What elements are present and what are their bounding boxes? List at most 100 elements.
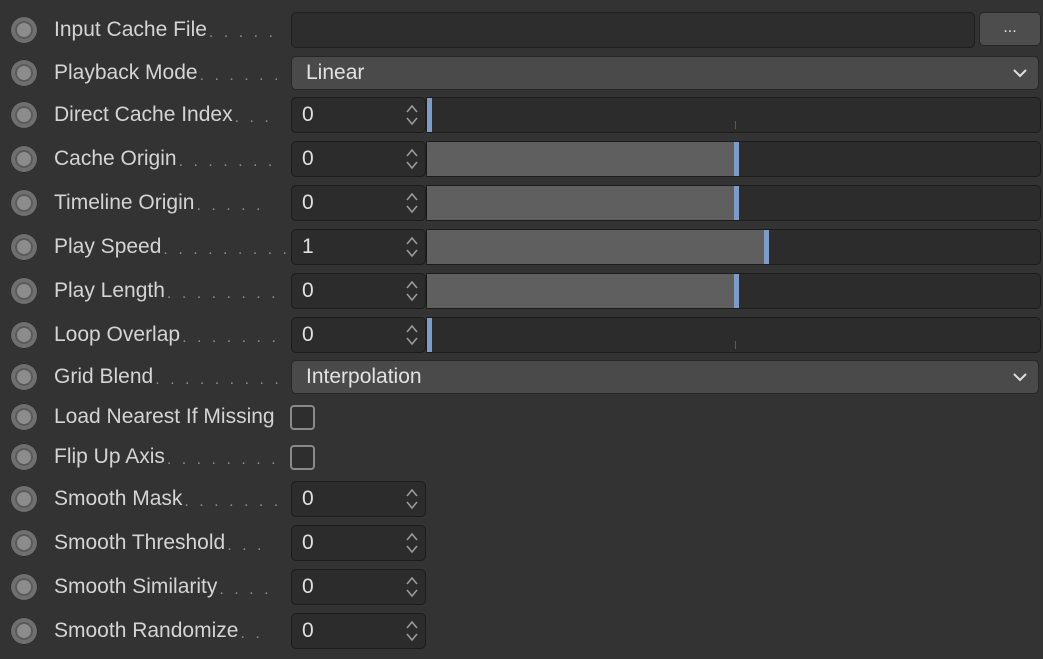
param-row-smooth-similarity: Smooth Similarity . . . . 0: [0, 569, 1043, 605]
slider-handle[interactable]: [764, 230, 769, 264]
spinner-arrows-icon[interactable]: [405, 575, 419, 599]
flip-up-axis-checkbox[interactable]: [290, 445, 315, 470]
param-label-text: Loop Overlap: [54, 323, 181, 346]
timeline-origin-slider[interactable]: [426, 185, 1041, 221]
keyframe-dot-icon[interactable]: [10, 233, 38, 261]
param-label: Smooth Similarity . . . .: [54, 573, 286, 601]
direct-cache-index-input[interactable]: 0: [291, 97, 426, 133]
timeline-origin-input[interactable]: 0: [291, 185, 426, 221]
smooth-mask-input[interactable]: 0: [291, 481, 426, 517]
spinner-arrows-icon[interactable]: [405, 191, 419, 215]
loop-overlap-slider[interactable]: [426, 317, 1041, 353]
keyframe-dot-icon[interactable]: [10, 101, 38, 129]
smooth-randomize-input[interactable]: 0: [291, 613, 426, 649]
param-row-grid-blend: Grid Blend . . . . . . . . . . Interpola…: [0, 360, 1043, 394]
slider-handle[interactable]: [734, 186, 739, 220]
param-label: Smooth Threshold . . .: [54, 529, 286, 557]
keyframe-dot-icon[interactable]: [10, 189, 38, 217]
slider-handle[interactable]: [427, 318, 432, 352]
param-label-text: Play Length: [54, 279, 165, 302]
param-label-text: Cache Origin: [54, 147, 177, 170]
keyframe-dot-icon[interactable]: [10, 363, 38, 391]
keyframe-dot-icon[interactable]: [10, 59, 38, 87]
number-value: 0: [302, 279, 314, 302]
spinner-arrows-icon[interactable]: [405, 531, 419, 555]
keyframe-dot-icon[interactable]: [10, 403, 38, 431]
param-label: Flip Up Axis . . . . . . . . .: [54, 443, 286, 471]
spinner-arrows-icon[interactable]: [405, 235, 419, 259]
keyframe-dot-icon[interactable]: [10, 321, 38, 349]
spinner-arrows-icon[interactable]: [405, 323, 419, 347]
param-label: Cache Origin . . . . . . .: [54, 145, 286, 173]
slider-fill: [427, 186, 734, 220]
play-speed-input[interactable]: 1: [291, 229, 426, 265]
playback-mode-dropdown[interactable]: Linear: [291, 56, 1039, 90]
chevron-down-icon: [1013, 69, 1027, 78]
keyframe-dot-icon[interactable]: [10, 443, 38, 471]
param-label: Input Cache File . . . . .: [54, 16, 286, 44]
number-value: 0: [302, 103, 314, 126]
loop-overlap-input[interactable]: 0: [291, 317, 426, 353]
param-label: Grid Blend . . . . . . . . . .: [54, 363, 286, 391]
slider-tick: [735, 121, 736, 129]
smooth-threshold-input[interactable]: 0: [291, 525, 426, 561]
param-row-play-length: Play Length . . . . . . . . 0: [0, 273, 1043, 309]
label-leader-dots: . . . . . . . . . .: [155, 371, 286, 388]
spinner-arrows-icon[interactable]: [405, 487, 419, 511]
direct-cache-index-slider[interactable]: [426, 97, 1041, 133]
keyframe-dot-icon[interactable]: [10, 617, 38, 645]
param-label-text: Smooth Mask: [54, 487, 183, 510]
param-label: Loop Overlap . . . . . . .: [54, 321, 286, 349]
param-row-direct-cache-index: Direct Cache Index . . . 0: [0, 97, 1043, 133]
slider-handle[interactable]: [427, 98, 432, 132]
smooth-similarity-input[interactable]: 0: [291, 569, 426, 605]
keyframe-dot-icon[interactable]: [10, 573, 38, 601]
keyframe-dot-icon[interactable]: [10, 529, 38, 557]
keyframe-dot-icon[interactable]: [10, 145, 38, 173]
param-row-loop-overlap: Loop Overlap . . . . . . . 0: [0, 317, 1043, 353]
play-length-input[interactable]: 0: [291, 273, 426, 309]
slider-handle[interactable]: [734, 142, 739, 176]
param-row-play-speed: Play Speed . . . . . . . . . 1: [0, 229, 1043, 265]
param-row-cache-origin: Cache Origin . . . . . . . 0: [0, 141, 1043, 177]
keyframe-dot-icon[interactable]: [10, 16, 38, 44]
label-leader-dots: . . . . . .: [199, 67, 282, 84]
play-speed-slider[interactable]: [426, 229, 1041, 265]
chevron-down-icon: [1013, 373, 1027, 382]
spinner-arrows-icon[interactable]: [405, 279, 419, 303]
spinner-arrows-icon[interactable]: [405, 147, 419, 171]
keyframe-dot-icon[interactable]: [10, 485, 38, 513]
number-value: 0: [302, 147, 314, 170]
grid-blend-dropdown[interactable]: Interpolation: [291, 360, 1039, 394]
label-leader-dots: . . . . .: [196, 197, 264, 214]
cache-origin-input[interactable]: 0: [291, 141, 426, 177]
cache-origin-slider[interactable]: [426, 141, 1041, 177]
param-label-text: Smooth Threshold: [54, 531, 226, 554]
param-label-text: Play Speed: [54, 235, 162, 258]
input-cache-file-field[interactable]: [291, 12, 975, 48]
param-label: Smooth Mask . . . . . . .: [54, 485, 286, 513]
param-label-text: Flip Up Axis: [54, 445, 165, 468]
slider-handle[interactable]: [734, 274, 739, 308]
dropdown-value: Linear: [306, 61, 365, 84]
param-label-text: Direct Cache Index: [54, 103, 233, 126]
param-label: Play Speed . . . . . . . . .: [54, 233, 286, 261]
play-length-slider[interactable]: [426, 273, 1041, 309]
spinner-arrows-icon[interactable]: [405, 103, 419, 127]
label-leader-dots: . . . . .: [208, 24, 276, 41]
param-row-flip-up-axis: Flip Up Axis . . . . . . . . .: [0, 442, 1043, 472]
slider-fill: [427, 142, 734, 176]
label-leader-dots: . . . . . . . . .: [166, 451, 286, 468]
spinner-arrows-icon[interactable]: [405, 619, 419, 643]
param-label: Load Nearest If Missing: [54, 403, 286, 431]
slider-fill: [427, 230, 764, 264]
slider-tick: [735, 341, 736, 349]
keyframe-dot-icon[interactable]: [10, 277, 38, 305]
param-label: Smooth Randomize . .: [54, 617, 286, 645]
load-nearest-if-missing-checkbox[interactable]: [290, 405, 315, 430]
param-row-load-nearest-if-missing: Load Nearest If Missing: [0, 402, 1043, 432]
browse-button[interactable]: ...: [979, 12, 1041, 46]
param-row-smooth-randomize: Smooth Randomize . . 0: [0, 613, 1043, 649]
label-leader-dots: [277, 414, 286, 420]
param-label-text: Smooth Randomize: [54, 619, 239, 642]
